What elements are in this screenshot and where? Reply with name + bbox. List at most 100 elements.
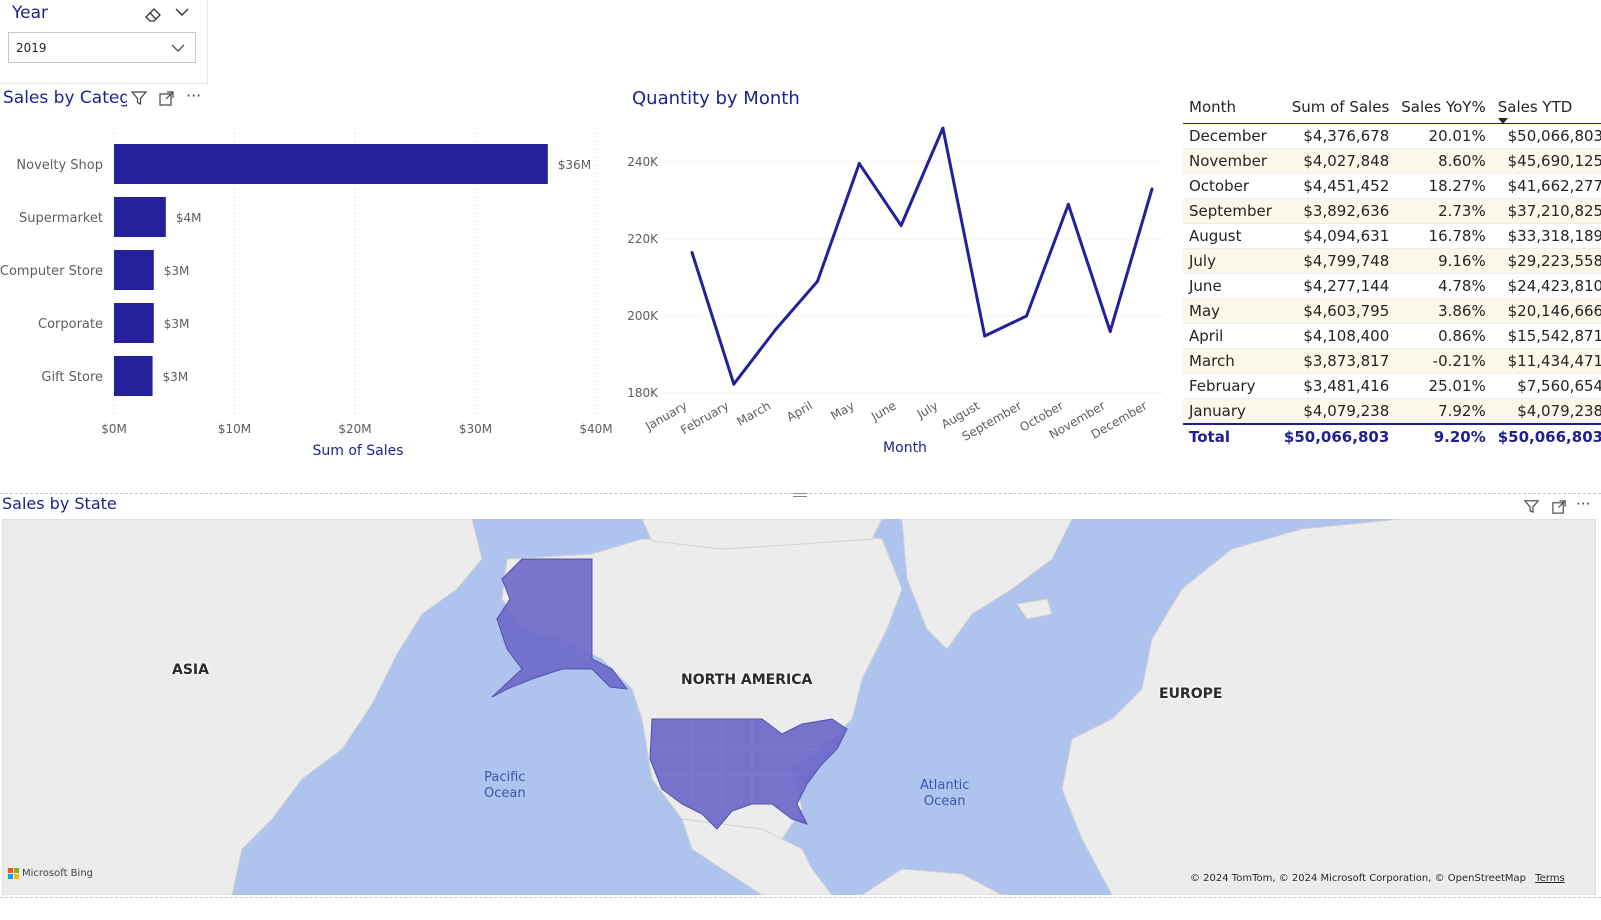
chevron-down-icon[interactable]	[175, 6, 189, 18]
focus-mode-icon[interactable]	[1551, 499, 1567, 515]
line-point[interactable]	[941, 126, 945, 130]
table-cell-sales-ytd: $29,223,558	[1491, 248, 1601, 274]
table-cell-month: June	[1183, 273, 1278, 299]
table-row[interactable]: January $4,079,238 7.92% $4,079,238	[1183, 398, 1601, 424]
line-point[interactable]	[732, 382, 736, 386]
line-point[interactable]	[857, 162, 861, 166]
filter-icon[interactable]	[1523, 498, 1540, 515]
x-tick-label: $20M	[338, 422, 371, 436]
line-point[interactable]	[1150, 187, 1154, 191]
table-cell-sum-of-sales: $3,481,416	[1277, 373, 1396, 399]
ocean-label-atlantic: Atlantic Ocean	[920, 778, 969, 810]
more-options-icon[interactable]: ···	[1576, 495, 1590, 513]
table-row[interactable]: May $4,603,795 3.86% $20,146,666	[1183, 298, 1601, 324]
sales-by-state-map[interactable]: ASIA NORTH AMERICA EUROPE Pacific Ocean …	[2, 519, 1596, 895]
column-header-sum-of-sales[interactable]: Sum of Sales	[1277, 93, 1396, 124]
category-label: Corporate	[38, 317, 103, 332]
terms-link[interactable]: Terms	[1535, 873, 1564, 884]
line-point[interactable]	[983, 334, 987, 338]
bing-logo: Microsoft Bing	[8, 868, 93, 879]
line-point[interactable]	[1108, 329, 1112, 333]
table-total-sales-yoy: 9.20%	[1395, 422, 1492, 449]
bar[interactable]	[114, 356, 153, 396]
table-cell-sales-yoy: 2.73%	[1395, 198, 1492, 224]
bar-data-label: $4M	[176, 211, 202, 225]
table-cell-sales-ytd: $15,542,871	[1491, 323, 1601, 349]
table-row[interactable]: October $4,451,452 18.27% $41,662,277	[1183, 173, 1601, 199]
x-tick-label: $40M	[579, 422, 612, 436]
table-row[interactable]: November $4,027,848 8.60% $45,690,125	[1183, 148, 1601, 174]
x-tick-label: February	[678, 398, 731, 437]
focus-mode-icon[interactable]	[158, 90, 175, 107]
table-row[interactable]: April $4,108,400 0.86% $15,542,871	[1183, 323, 1601, 349]
table-cell-month: January	[1183, 398, 1278, 424]
filter-icon[interactable]	[130, 89, 148, 107]
table-cell-sales-ytd: $7,560,654	[1491, 373, 1601, 399]
x-tick-label: $30M	[459, 422, 492, 436]
bar[interactable]	[114, 250, 154, 290]
table-cell-sales-ytd: $20,146,666	[1491, 298, 1601, 324]
attribution-text[interactable]: © 2024 TomTom, © 2024 Microsoft Corporat…	[1190, 873, 1526, 884]
ocean-label-atlantic-line2: Ocean	[923, 794, 966, 809]
table-total-row: Total $50,066,803 9.20% $50,066,803	[1183, 422, 1601, 449]
table-cell-sales-ytd: $41,662,277	[1491, 173, 1601, 199]
x-axis-title: Month	[883, 440, 927, 456]
bar[interactable]	[114, 303, 154, 343]
table-row[interactable]: August $4,094,631 16.78% $33,318,189	[1183, 223, 1601, 249]
year-dropdown[interactable]: 2019	[8, 32, 196, 63]
bar-data-label: $3M	[164, 317, 190, 331]
table-cell-month: August	[1183, 223, 1278, 249]
x-tick-label: July	[914, 398, 941, 421]
microsoft-logo-icon	[8, 868, 19, 879]
map-attribution: © 2024 TomTom, © 2024 Microsoft Corporat…	[1190, 873, 1565, 884]
y-tick-label: 240K	[627, 155, 659, 169]
column-header-sales-ytd[interactable]: Sales YTD	[1491, 93, 1601, 124]
table-cell-sales-yoy: -0.21%	[1395, 348, 1492, 374]
bar[interactable]	[114, 144, 548, 184]
table-cell-sales-ytd: $33,318,189	[1491, 223, 1601, 249]
table-cell-sales-yoy: 20.01%	[1395, 123, 1492, 149]
line-point[interactable]	[1025, 314, 1029, 318]
table-cell-sum-of-sales: $4,027,848	[1277, 148, 1396, 174]
month-chart-title: Quantity by Month	[632, 88, 800, 109]
line-point[interactable]	[1066, 202, 1070, 206]
table-row[interactable]: June $4,277,144 4.78% $24,423,810	[1183, 273, 1601, 299]
table-cell-sum-of-sales: $4,451,452	[1277, 173, 1396, 199]
table-cell-month: November	[1183, 148, 1278, 174]
map-title: Sales by State	[2, 494, 117, 513]
eraser-icon[interactable]	[143, 4, 163, 24]
table-cell-sales-yoy: 8.60%	[1395, 148, 1492, 174]
more-options-icon[interactable]: ···	[186, 86, 201, 105]
table-row[interactable]: March $3,873,817 -0.21% $11,434,471	[1183, 348, 1601, 374]
x-tick-label: $0M	[101, 422, 127, 436]
quantity-by-month-chart: 180K200K220K240KJanuaryFebruary March Apri…	[627, 126, 1165, 456]
table-cell-sum-of-sales: $4,079,238	[1277, 398, 1396, 424]
line-point[interactable]	[899, 224, 903, 228]
quantity-line[interactable]	[690, 126, 1154, 386]
y-tick-label: 180K	[627, 386, 659, 400]
year-selected-value: 2019	[16, 41, 47, 55]
table-cell-month: September	[1183, 198, 1278, 224]
table-row[interactable]: February $3,481,416 25.01% $7,560,654	[1183, 373, 1601, 399]
category-chart-title: Sales by Catego	[3, 88, 127, 108]
sales-by-category-chart: $0M $10M $20M $30M $40M Novelty Shop $36M Super…	[0, 128, 613, 459]
table-row[interactable]: September $3,892,636 2.73% $37,210,825	[1183, 198, 1601, 224]
table-row[interactable]: December $4,376,678 20.01% $50,066,803	[1183, 123, 1601, 149]
table-row[interactable]: July $4,799,748 9.16% $29,223,558	[1183, 248, 1601, 274]
table-cell-month: December	[1183, 123, 1278, 149]
column-header-sales-yoy[interactable]: Sales YoY%	[1395, 93, 1492, 124]
bar[interactable]	[114, 197, 166, 237]
line-point[interactable]	[815, 279, 819, 283]
table-cell-month: October	[1183, 173, 1278, 199]
table-cell-sum-of-sales: $4,376,678	[1277, 123, 1396, 149]
continent-label-asia: ASIA	[172, 662, 209, 678]
category-label: Novelty Shop	[16, 158, 103, 173]
line-point[interactable]	[774, 327, 778, 331]
ocean-label-pacific: Pacific Ocean	[484, 770, 526, 802]
column-header-sales-ytd-label: Sales YTD	[1497, 98, 1573, 116]
line-point[interactable]	[690, 250, 694, 254]
x-tick-label: April	[784, 398, 815, 424]
column-header-month[interactable]: Month	[1183, 93, 1278, 124]
table-cell-month: May	[1183, 298, 1278, 324]
resize-grip[interactable]	[793, 493, 807, 497]
